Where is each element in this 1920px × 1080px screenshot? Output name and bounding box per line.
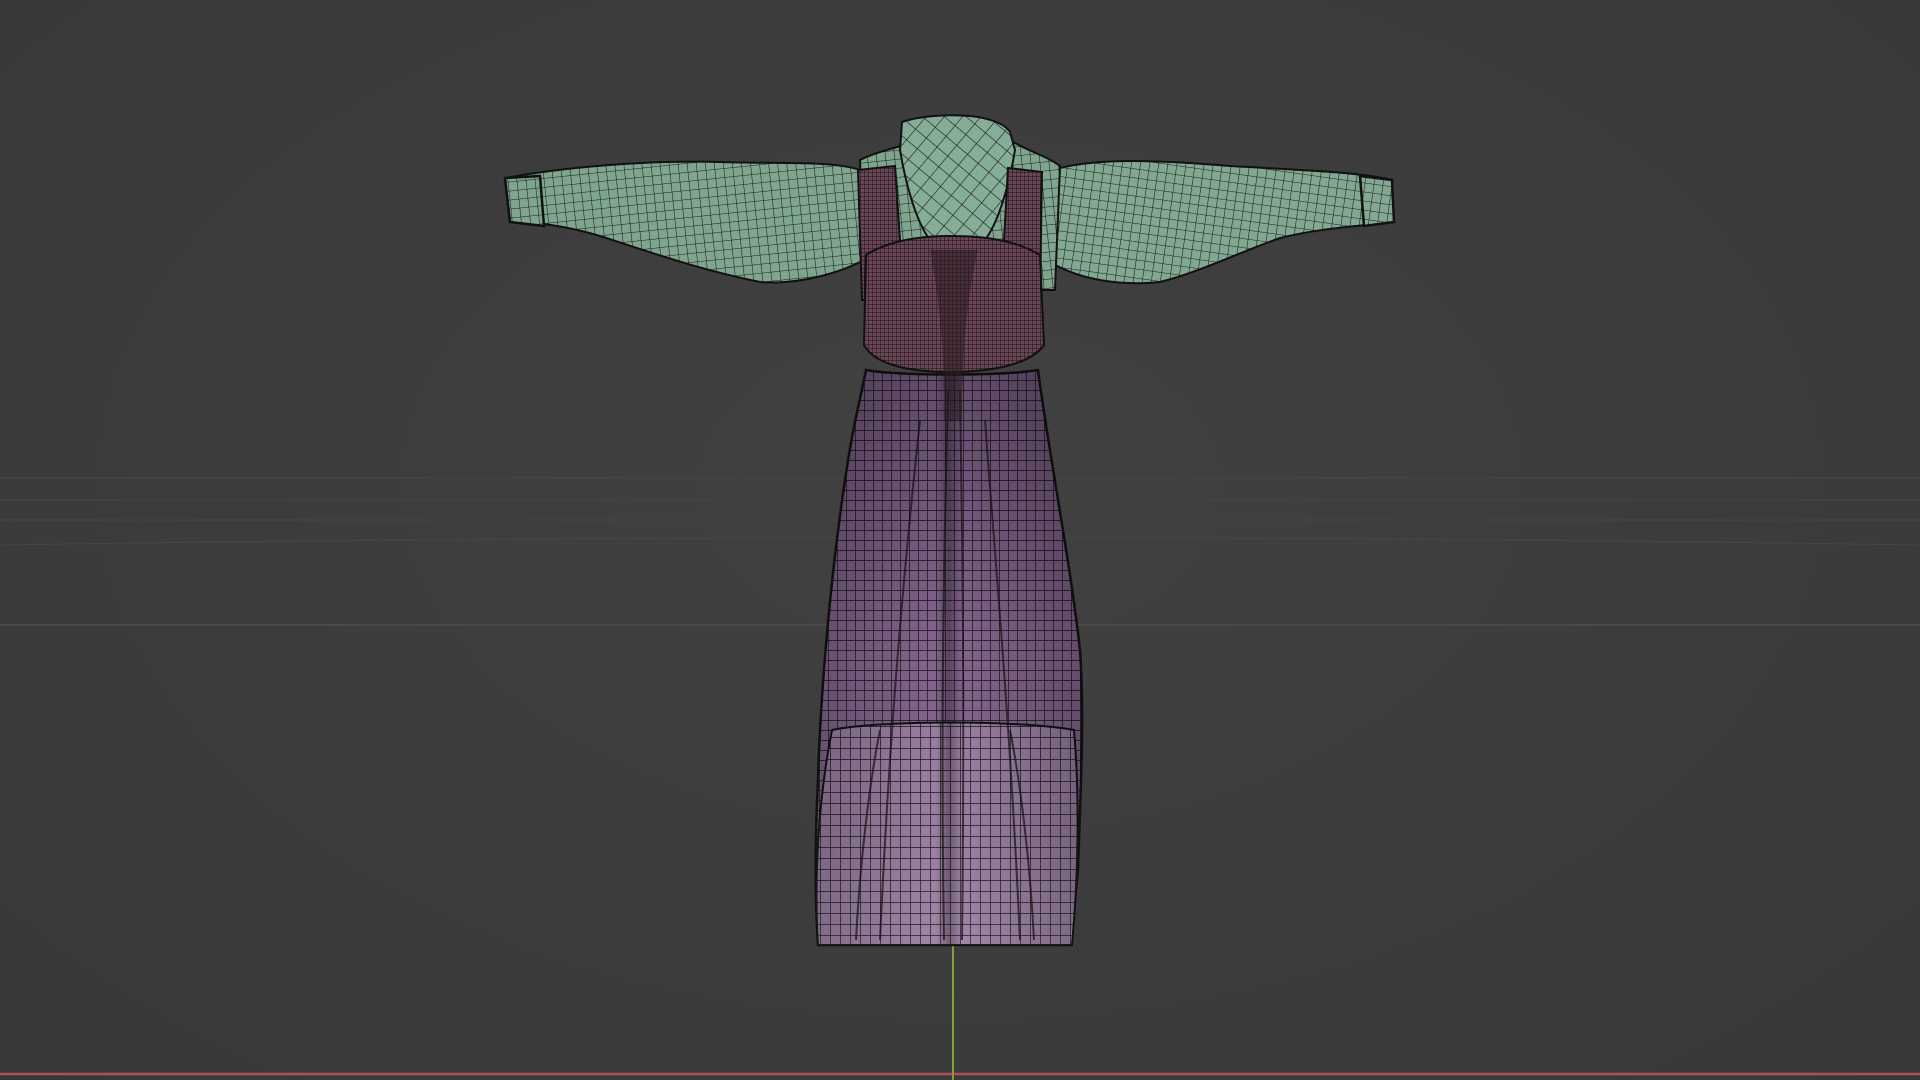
left-cuff[interactable] (503, 174, 546, 228)
right-cuff[interactable] (1358, 174, 1396, 228)
skirt-vertical-fade (815, 370, 1083, 945)
right-sleeve[interactable] (1048, 160, 1396, 285)
viewport-canvas[interactable] (0, 0, 1920, 1080)
3d-viewport[interactable] (0, 0, 1920, 1080)
left-sleeve[interactable] (503, 160, 882, 284)
garment-mesh[interactable] (503, 114, 1396, 947)
